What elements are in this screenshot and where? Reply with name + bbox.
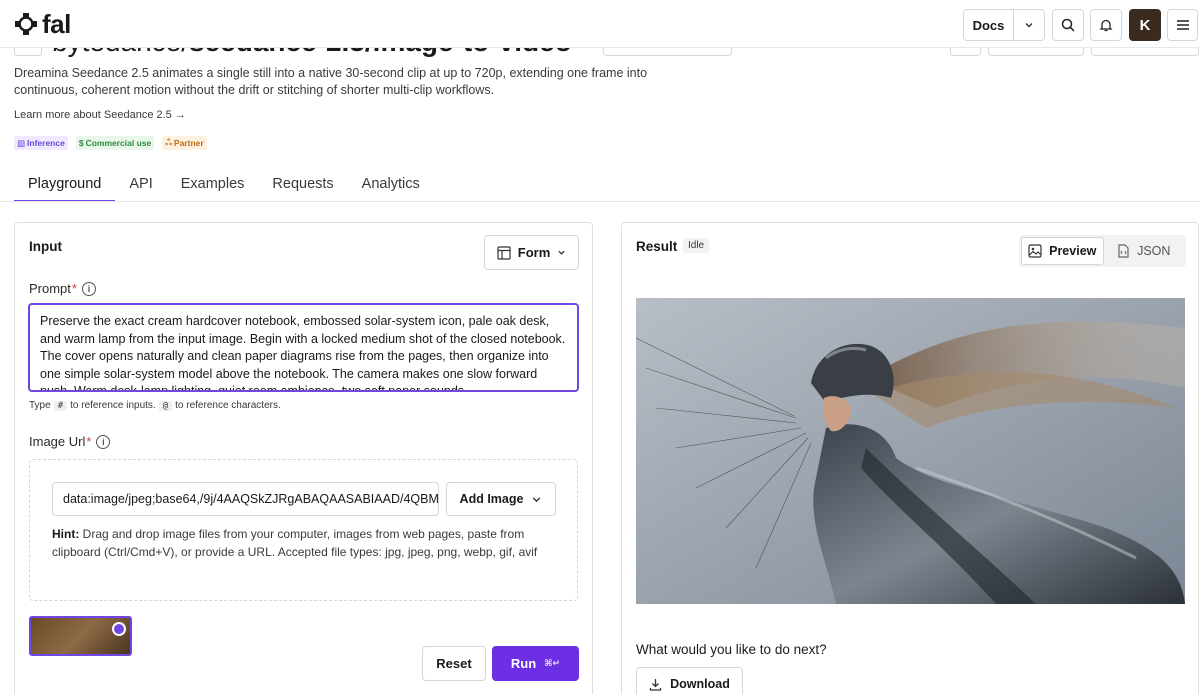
result-panel-title: Result: [636, 239, 678, 254]
run-label: Run: [510, 656, 537, 671]
tab-examples[interactable]: Examples: [167, 168, 259, 202]
image-url-label-row: Image Url * i: [29, 434, 111, 449]
preview-label: Preview: [1049, 244, 1097, 258]
top-navigation-bar: fal Docs K: [0, 0, 1200, 48]
hash-key: #: [53, 400, 68, 411]
fal-logo[interactable]: fal: [14, 9, 71, 39]
chevron-down-icon: [1025, 23, 1033, 28]
learn-more-link[interactable]: Learn more about Seedance 2.5 →: [14, 109, 186, 121]
search-button[interactable]: [1052, 9, 1084, 41]
tab-playground[interactable]: Playground: [14, 168, 116, 202]
tab-requests[interactable]: Requests: [258, 168, 347, 202]
partner-icon: ஃ: [165, 137, 172, 147]
hint-bold: Hint:: [52, 527, 80, 541]
hint-text: Drag and drop image files from your comp…: [52, 527, 538, 559]
run-button[interactable]: Run ⌘↵: [492, 646, 579, 681]
image-url-label: Image Url: [29, 434, 86, 449]
info-icon[interactable]: i: [96, 434, 111, 449]
preview-figure-illustration: [636, 298, 1185, 604]
preview-toggle[interactable]: Preview: [1021, 237, 1104, 265]
input-panel-title: Input: [29, 239, 62, 254]
docs-dropdown-button[interactable]: [1014, 10, 1044, 40]
menu-button[interactable]: [1167, 9, 1198, 41]
image-dropzone[interactable]: data:image/jpeg;base64,/9j/4AAQSkZJRgABA…: [29, 459, 578, 601]
json-label: JSON: [1137, 244, 1171, 258]
notifications-button[interactable]: [1090, 9, 1122, 41]
download-button[interactable]: Download: [636, 667, 743, 694]
add-image-button[interactable]: Add Image: [446, 482, 556, 516]
upload-hint: Hint: Drag and drop image files from you…: [52, 526, 557, 561]
fal-logo-icon: [15, 13, 37, 35]
prompt-help-text: Type # to reference inputs. @ to referen…: [29, 400, 281, 411]
commercial-use-badge: $ Commercial use: [75, 136, 155, 150]
model-badges: ▧ Inference $ Commercial use ஃ Partner: [14, 136, 207, 150]
model-description: Dreamina Seedance 2.5 animates a single …: [14, 66, 648, 97]
image-url-input[interactable]: data:image/jpeg;base64,/9j/4AAQSkZJRgABA…: [52, 482, 439, 516]
tab-api[interactable]: API: [115, 168, 166, 202]
chevron-down-icon: [558, 250, 565, 255]
tabs-divider: [0, 201, 1200, 202]
result-view-toggle: Preview JSON: [1019, 235, 1186, 267]
file-code-icon: [1118, 244, 1129, 258]
download-label: Download: [670, 677, 730, 691]
run-shortcut: ⌘↵: [544, 658, 561, 669]
prompt-label: Prompt: [29, 281, 71, 296]
download-icon: [649, 678, 662, 691]
result-panel: Result Idle Preview JSON What would you …: [621, 222, 1199, 694]
logo-text: fal: [42, 9, 71, 39]
docs-button-group: Docs: [963, 9, 1045, 41]
help-mid: to reference inputs.: [70, 400, 156, 411]
hamburger-menu-icon: [1176, 20, 1189, 30]
selected-check-icon: [112, 622, 126, 636]
partner-badge: ஃ Partner: [162, 136, 207, 150]
bell-icon: [1099, 19, 1113, 32]
form-mode-dropdown[interactable]: Form: [484, 235, 579, 270]
reset-button[interactable]: Reset: [422, 646, 486, 681]
help-end: to reference characters.: [175, 400, 281, 411]
status-badge: Idle: [683, 238, 710, 253]
help-type: Type: [29, 400, 51, 411]
docs-button[interactable]: Docs: [964, 10, 1014, 40]
page-tabs: Playground API Examples Requests Analyti…: [14, 168, 434, 202]
inference-icon: ▧: [17, 137, 26, 148]
add-image-label: Add Image: [459, 492, 524, 506]
next-steps-prompt: What would you like to do next?: [636, 642, 827, 657]
chevron-down-icon: [533, 496, 541, 502]
input-panel: Input Form Prompt * i Preserve the exact …: [14, 222, 593, 694]
tab-analytics[interactable]: Analytics: [348, 168, 434, 202]
form-icon: [497, 245, 511, 260]
at-key: @: [158, 400, 173, 411]
search-icon: [1061, 18, 1075, 32]
prompt-label-row: Prompt * i: [29, 281, 96, 296]
required-asterisk: *: [86, 434, 92, 449]
inference-badge: ▧ Inference: [14, 136, 68, 150]
image-icon: [1028, 244, 1042, 258]
info-icon[interactable]: i: [81, 281, 96, 296]
uploaded-image-thumbnail[interactable]: [29, 616, 132, 656]
user-avatar[interactable]: K: [1129, 9, 1161, 41]
prompt-textarea[interactable]: Preserve the exact cream hardcover noteb…: [28, 303, 579, 392]
required-asterisk: *: [71, 281, 77, 296]
dollar-icon: $: [78, 138, 84, 148]
json-toggle[interactable]: JSON: [1104, 237, 1185, 265]
result-preview-image[interactable]: [636, 298, 1185, 604]
form-mode-label: Form: [517, 245, 551, 260]
